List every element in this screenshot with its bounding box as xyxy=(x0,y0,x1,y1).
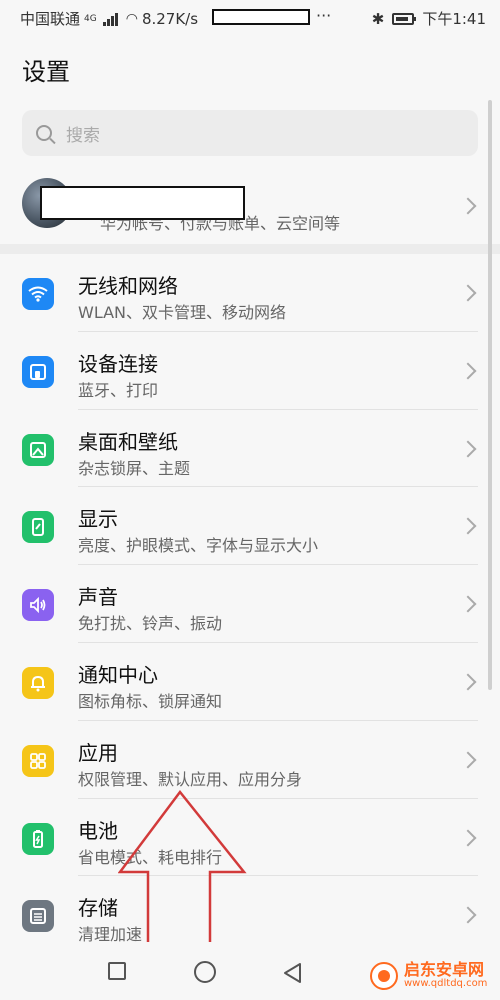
settings-item-subtitle: 免打扰、铃声、振动 xyxy=(78,614,223,634)
network-type: 4G xyxy=(84,13,97,24)
section-divider xyxy=(0,244,500,254)
chevron-right-icon xyxy=(459,829,477,847)
settings-item-subtitle: 蓝牙、打印 xyxy=(78,380,159,400)
search-placeholder: 搜索 xyxy=(66,125,100,146)
watermark-url: www.qdltdq.com xyxy=(404,978,488,989)
device-connection-icon xyxy=(22,355,54,388)
bluetooth-icon: ✱ xyxy=(371,9,385,28)
scrollbar[interactable] xyxy=(488,100,492,690)
settings-list: 无线和网络 WLAN、双卡管理、移动网络 设备连接 蓝牙、打印 桌面和壁纸 杂志… xyxy=(0,254,500,955)
settings-item-battery[interactable]: 电池 省电模式、耗电排行 xyxy=(0,798,500,877)
chevron-right-icon xyxy=(459,595,477,613)
arrow-up-annotation-icon xyxy=(118,790,247,948)
bell-icon xyxy=(22,666,54,699)
wallpaper-icon xyxy=(22,433,54,466)
redaction-box xyxy=(212,9,310,25)
recent-apps-button[interactable] xyxy=(108,962,126,980)
settings-item-sound[interactable]: 声音 免打扰、铃声、振动 xyxy=(0,565,500,643)
settings-item-title: 设备连接 xyxy=(78,351,158,376)
settings-item-title: 声音 xyxy=(78,585,118,610)
settings-item-title: 无线和网络 xyxy=(78,274,178,298)
settings-item-apps[interactable]: 应用 权限管理、默认应用、应用分身 xyxy=(0,720,500,799)
chevron-right-icon xyxy=(459,751,477,769)
apps-icon xyxy=(22,744,54,777)
network-speed: 8.27K/s xyxy=(141,9,199,28)
search-icon xyxy=(36,125,52,141)
settings-item-subtitle: WLAN、双卡管理、移动网络 xyxy=(78,303,287,322)
chevron-right-icon xyxy=(459,197,477,215)
settings-item-desktop-wallpaper[interactable]: 桌面和壁纸 杂志锁屏、主题 xyxy=(0,409,500,488)
chevron-right-icon xyxy=(459,906,477,924)
sound-icon xyxy=(22,589,54,622)
status-bar: 中国联通 4G ◠ 8.27K/s ··· ✱ 下午1:41 xyxy=(0,0,500,34)
settings-item-subtitle: 亮度、护眼模式、字体与显示大小 xyxy=(78,536,319,556)
redaction-box xyxy=(40,186,245,220)
home-button[interactable] xyxy=(194,961,216,983)
chevron-right-icon xyxy=(459,362,477,380)
settings-item-display[interactable]: 显示 亮度、护眼模式、字体与显示大小 xyxy=(0,487,500,566)
carrier-label: 中国联通 xyxy=(20,10,81,28)
settings-item-title: 存储 xyxy=(78,896,118,921)
wifi-icon xyxy=(22,278,54,310)
search-input[interactable]: 搜索 xyxy=(22,110,478,156)
chevron-right-icon xyxy=(459,673,477,691)
watermark: 启东安卓网 www.qdltdq.com xyxy=(370,962,487,990)
watermark-logo-icon xyxy=(370,962,398,990)
chevron-right-icon xyxy=(459,517,477,535)
settings-item-wireless-network[interactable]: 无线和网络 WLAN、双卡管理、移动网络 xyxy=(0,254,500,332)
settings-item-subtitle: 图标角标、锁屏通知 xyxy=(78,691,223,711)
clock: 下午1:41 xyxy=(422,10,486,28)
settings-item-subtitle: 权限管理、默认应用、应用分身 xyxy=(78,769,303,789)
settings-item-title: 显示 xyxy=(78,507,118,532)
battery-icon xyxy=(22,822,54,855)
settings-item-notification-center[interactable]: 通知中心 图标角标、锁屏通知 xyxy=(0,642,500,721)
settings-item-device-connection[interactable]: 设备连接 蓝牙、打印 xyxy=(0,331,500,410)
settings-item-title: 桌面和壁纸 xyxy=(78,429,178,454)
settings-item-title: 电池 xyxy=(78,818,118,843)
signal-icon xyxy=(102,12,118,26)
page-title: 设置 xyxy=(22,58,70,86)
more-notifications-icon: ··· xyxy=(316,6,332,25)
storage-icon xyxy=(22,900,54,933)
settings-item-subtitle: 杂志锁屏、主题 xyxy=(78,458,191,478)
watermark-title: 启东安卓网 xyxy=(404,960,485,979)
wifi-status-icon: ◠ xyxy=(125,10,138,27)
account-row[interactable]: 华为帐号、付款与账单、云空间等 xyxy=(0,170,500,248)
chevron-right-icon xyxy=(459,440,477,458)
settings-item-title: 应用 xyxy=(78,740,118,765)
display-icon xyxy=(22,511,54,544)
settings-item-title: 通知中心 xyxy=(78,662,158,687)
chevron-right-icon xyxy=(459,284,477,302)
battery-icon xyxy=(392,12,417,25)
